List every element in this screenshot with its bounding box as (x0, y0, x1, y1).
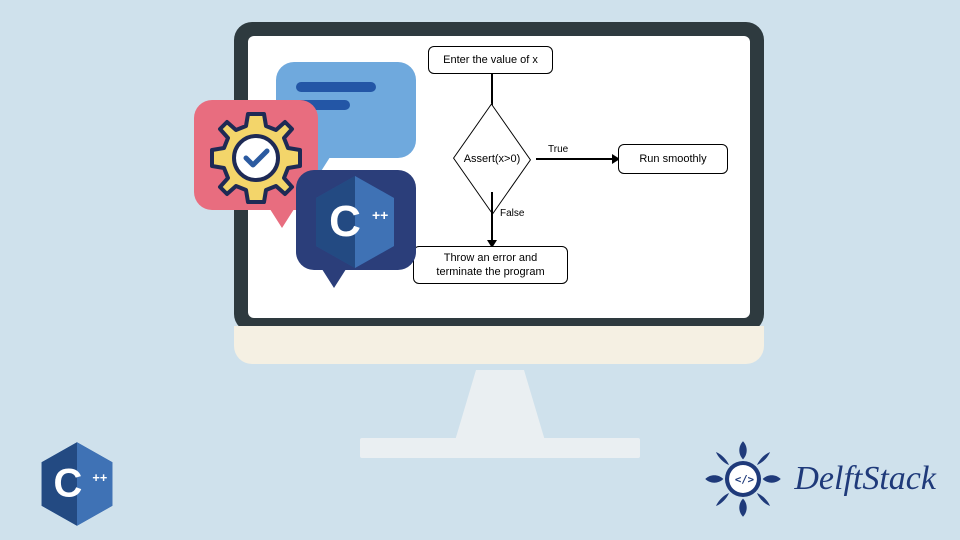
cpp-logo-icon: C ++ (312, 174, 398, 270)
monitor-chin (234, 326, 764, 364)
flow-edge-true-label: True (548, 144, 568, 155)
delftstack-badge-icon: </> (702, 438, 784, 520)
svg-text:++: ++ (92, 471, 107, 485)
gear-check-icon (206, 108, 306, 208)
flow-edge-false-label: False (500, 208, 524, 219)
flow-node-decision: Assert(x>0) (448, 126, 536, 192)
svg-text:++: ++ (372, 207, 388, 223)
svg-text:C: C (329, 197, 361, 246)
flow-node-start: Enter the value of x (428, 46, 553, 74)
flow-node-true-result-label: Run smoothly (639, 153, 706, 165)
delftstack-wordmark: DelftStack (794, 460, 936, 498)
cpp-logo-corner-icon: C ++ (38, 440, 116, 528)
flow-node-false-result: Throw an error and terminate the program (413, 246, 568, 284)
text-line-icon (296, 82, 376, 92)
flow-node-false-result-label: Throw an error and terminate the program (422, 251, 559, 280)
delftstack-logo: </> DelftStack (702, 438, 936, 520)
svg-text:</>: </> (735, 473, 754, 486)
flow-edge-true (536, 158, 616, 160)
flow-node-start-label: Enter the value of x (443, 54, 538, 66)
flow-node-decision-label: Assert(x>0) (448, 126, 536, 192)
flow-node-true-result: Run smoothly (618, 144, 728, 174)
monitor-base (360, 438, 640, 458)
monitor-stand (420, 370, 580, 440)
flow-edge-false (491, 192, 493, 244)
svg-text:C: C (54, 462, 83, 506)
